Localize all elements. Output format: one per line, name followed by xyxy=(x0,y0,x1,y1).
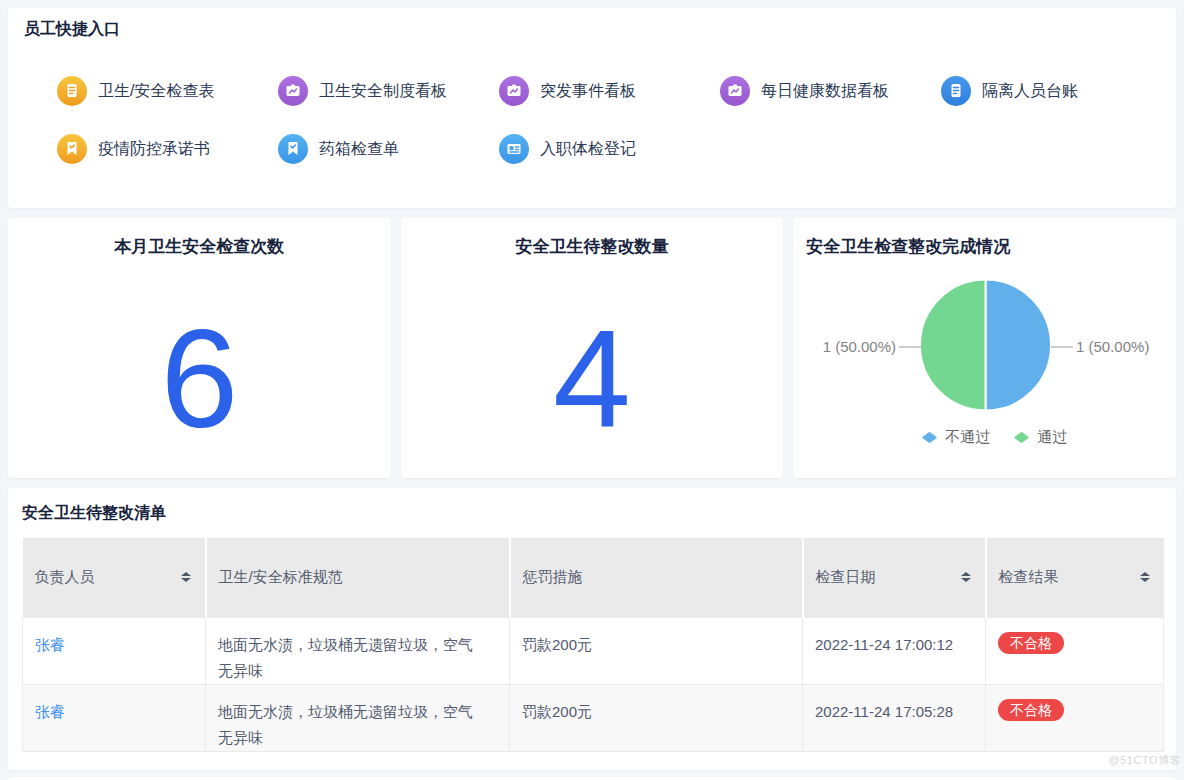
pie-legend: 不通过 通过 xyxy=(803,428,1184,447)
column-label: 负责人员 xyxy=(35,568,95,587)
result-badge: 不合格 xyxy=(998,699,1064,721)
ribbon-icon xyxy=(57,134,87,164)
cell-result: 不合格 xyxy=(986,684,1164,751)
cell-date: 2022-11-24 17:05:28 xyxy=(803,684,986,751)
quick-item-daily-health-board[interactable]: 每日健康数据看板 xyxy=(720,76,941,106)
legend-item-fail[interactable]: 不通过 xyxy=(922,428,990,447)
pending-rectify-count-card: 安全卫生待整改数量 4 xyxy=(401,218,784,478)
quick-item-entry-physical-exam[interactable]: 入职体检登记 xyxy=(499,134,720,164)
pie-slice-pass[interactable] xyxy=(920,280,986,411)
quick-item-label: 卫生安全制度看板 xyxy=(319,81,447,102)
cell-spec: 地面无水渍，垃圾桶无遗留垃圾，空气无异味 xyxy=(206,684,510,751)
idcard-icon xyxy=(499,134,529,164)
rectify-table: 负责人员 卫生/安全标准规范 惩罚措施 检查日期 检查结果 张睿 地面无水渍，垃… xyxy=(22,538,1164,752)
rectify-completion-card: 安全卫生检查整改完成情况 1 (50.00%) 1 (50.00%) 不通过 xyxy=(793,218,1176,478)
board-icon xyxy=(499,76,529,106)
board-icon xyxy=(278,76,308,106)
column-label: 检查日期 xyxy=(816,568,876,587)
legend-marker-fail-icon xyxy=(922,432,937,443)
legend-item-pass[interactable]: 通过 xyxy=(1014,428,1067,447)
legend-label-pass: 通过 xyxy=(1037,428,1067,447)
cell-spec: 地面无水渍，垃圾桶无遗留垃圾，空气无异味 xyxy=(206,617,510,684)
cell-date: 2022-11-24 17:00:12 xyxy=(803,617,986,684)
checklist-icon xyxy=(57,76,87,106)
quick-item-label: 突发事件看板 xyxy=(540,81,636,102)
legend-marker-pass-icon xyxy=(1014,432,1029,443)
quick-item-label: 每日健康数据看板 xyxy=(761,81,889,102)
sort-caret-icon[interactable] xyxy=(181,572,191,582)
cell-result: 不合格 xyxy=(986,617,1164,684)
column-label: 检查结果 xyxy=(999,568,1059,587)
column-header-owner[interactable]: 负责人员 xyxy=(23,538,206,617)
ledger-icon xyxy=(941,76,971,106)
owner-link[interactable]: 张睿 xyxy=(35,636,65,653)
pending-rectify-count-title: 安全卫生待整改数量 xyxy=(401,235,784,259)
column-label: 惩罚措施 xyxy=(523,568,583,585)
page: 员工快捷入口 卫生/安全检查表 xyxy=(0,0,1184,780)
table-row: 张睿 地面无水渍，垃圾桶无遗留垃圾，空气无异味 罚款200元 2022-11-2… xyxy=(23,684,1164,751)
quick-item-health-system-board[interactable]: 卫生安全制度看板 xyxy=(278,76,499,106)
quick-entry-card: 员工快捷入口 卫生/安全检查表 xyxy=(8,8,1176,208)
pie-label-left: 1 (50.00%) xyxy=(823,338,896,355)
cell-owner: 张睿 xyxy=(23,684,206,751)
cell-penalty: 罚款200元 xyxy=(510,684,803,751)
cell-owner: 张睿 xyxy=(23,617,206,684)
column-header-result[interactable]: 检查结果 xyxy=(986,538,1164,617)
quick-item-emergency-board[interactable]: 突发事件看板 xyxy=(499,76,720,106)
quick-item-label: 卫生/安全检查表 xyxy=(98,81,214,102)
rectify-list-title: 安全卫生待整改清单 xyxy=(22,502,1162,524)
quick-entry-grid: 卫生/安全检查表 卫生安全制度看板 xyxy=(57,76,1160,164)
quick-item-label: 入职体检登记 xyxy=(540,139,636,160)
board-icon xyxy=(720,76,750,106)
quick-entry-title: 员工快捷入口 xyxy=(24,18,1160,40)
owner-link[interactable]: 张睿 xyxy=(35,703,65,720)
column-label: 卫生/安全标准规范 xyxy=(219,568,343,585)
sort-caret-icon[interactable] xyxy=(1140,572,1150,582)
table-row: 张睿 地面无水渍，垃圾桶无遗留垃圾，空气无异味 罚款200元 2022-11-2… xyxy=(23,617,1164,684)
sort-caret-icon[interactable] xyxy=(961,572,971,582)
quick-item-health-safety-checklist[interactable]: 卫生/安全检查表 xyxy=(57,76,278,106)
monthly-check-count-value: 6 xyxy=(8,309,391,449)
legend-label-fail: 不通过 xyxy=(945,428,990,447)
monthly-check-count-card: 本月卫生安全检查次数 6 xyxy=(8,218,391,478)
quick-item-label: 隔离人员台账 xyxy=(982,81,1078,102)
column-header-penalty: 惩罚措施 xyxy=(510,538,803,617)
bookmark-icon xyxy=(278,134,308,164)
rectify-list-card: 安全卫生待整改清单 负责人员 卫生/安全标准规范 惩罚措施 检查日期 检查结果 xyxy=(8,488,1176,770)
quick-item-label: 疫情防控承诺书 xyxy=(98,139,210,160)
watermark: @51CTO博客 xyxy=(1109,753,1181,768)
pie-slice-fail[interactable] xyxy=(986,280,1052,411)
pie-chart: 1 (50.00%) 1 (50.00%) 不通过 通过 xyxy=(793,218,1176,478)
quick-item-medicine-box-checklist[interactable]: 药箱检查单 xyxy=(278,134,499,164)
quick-item-label: 药箱检查单 xyxy=(319,139,399,160)
quick-item-epidemic-commitment[interactable]: 疫情防控承诺书 xyxy=(57,134,278,164)
pie-label-right: 1 (50.00%) xyxy=(1076,338,1149,355)
column-header-spec: 卫生/安全标准规范 xyxy=(206,538,510,617)
monthly-check-count-title: 本月卫生安全检查次数 xyxy=(8,235,391,259)
cell-penalty: 罚款200元 xyxy=(510,617,803,684)
quick-item-isolation-ledger[interactable]: 隔离人员台账 xyxy=(941,76,1162,106)
result-badge: 不合格 xyxy=(998,632,1064,654)
column-header-date[interactable]: 检查日期 xyxy=(803,538,986,617)
pending-rectify-count-value: 4 xyxy=(401,309,784,449)
